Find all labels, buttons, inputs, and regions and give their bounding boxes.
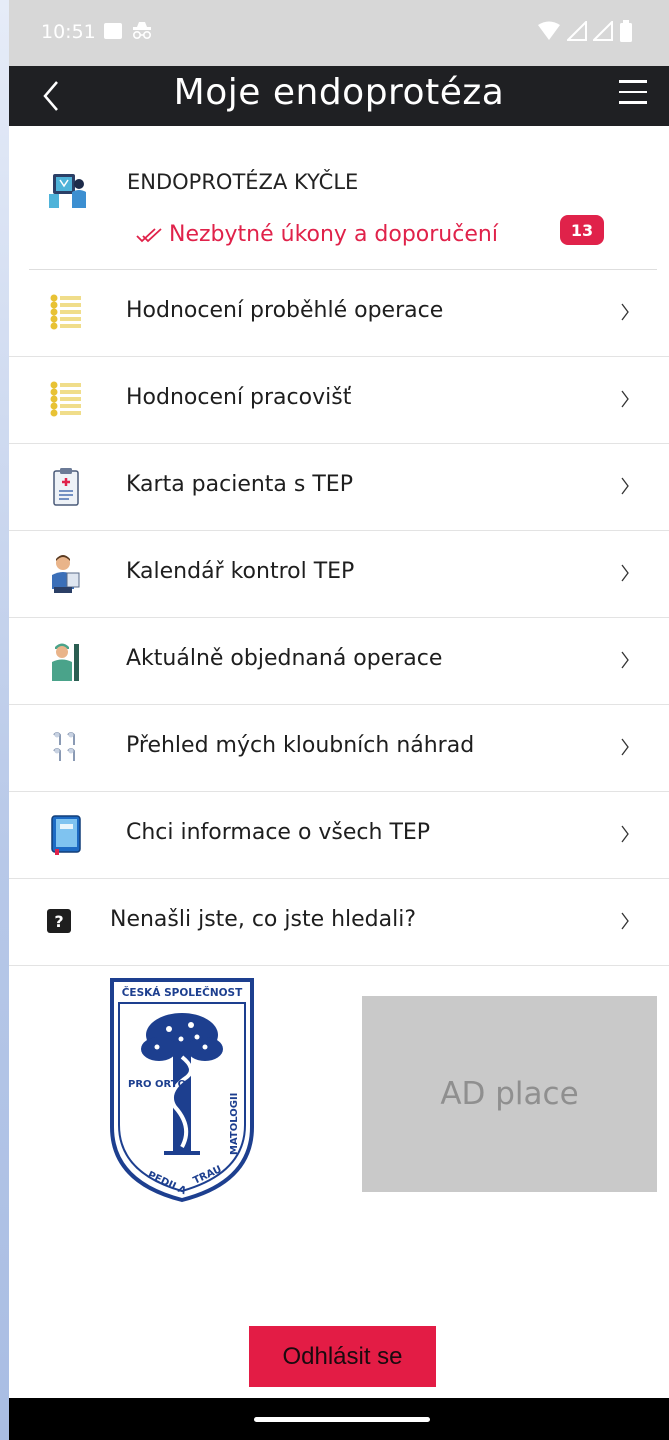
system-nav-bar [9,1398,669,1440]
wifi-icon [538,21,560,40]
chevron-right-icon [621,477,629,495]
status-bar: 10:51 [9,0,669,66]
menu-item-label: Hodnocení proběhlé operace [126,298,444,323]
must-do-label: Nezbytné úkony a doporučení [169,222,498,247]
chevron-right-icon [621,825,629,843]
svg-text:PRO ORTO: PRO ORTO [128,1079,186,1090]
section-title: ENDOPROTÉZA KYČLE [127,170,359,194]
chevron-right-icon [621,651,629,669]
logout-button[interactable]: Odhlásit se [249,1326,436,1387]
svg-text:?: ? [54,912,63,931]
surgeon-icon [52,643,79,681]
clipboard-icon [53,468,79,506]
menu-item-label: Kalendář kontrol TEP [126,559,355,584]
book-icon [51,815,81,855]
page-title: Moje endoprotéza [173,72,505,113]
chevron-right-icon [621,912,629,930]
menu-item-label: Chci informace o všech TEP [126,820,431,845]
chevron-right-icon [621,390,629,408]
app-header: Moje endoprotéza [9,66,669,126]
menu-item-patient-card[interactable]: Karta pacienta s TEP [9,444,669,531]
menu-item-tep-info[interactable]: Chci informace o všech TEP [9,792,669,879]
joints-icon [53,732,75,761]
menu-item-label: Karta pacienta s TEP [126,472,353,497]
chevron-right-icon [621,303,629,321]
menu-item-checkup-calendar[interactable]: Kalendář kontrol TEP [9,531,669,618]
chevron-right-icon [621,738,629,756]
menu-item-workplace-rating[interactable]: Hodnocení pracovišť [9,357,669,444]
doctor-xray-icon [49,174,86,208]
menu-item-operation-rating[interactable]: Hodnocení proběhlé operace [9,270,669,357]
ad-placeholder[interactable]: AD place [362,996,657,1192]
menu-item-label: Nenašli jste, co jste hledali? [110,907,417,932]
list-icon [50,294,81,330]
home-indicator[interactable] [254,1417,430,1422]
question-icon: ? [47,909,71,933]
double-check-icon [136,227,162,242]
list-icon [50,381,81,417]
hamburger-menu-icon[interactable] [619,80,647,110]
svg-text:MATOLOGII: MATOLOGII [229,1093,240,1155]
menu-item-label: Přehled mých kloubních náhrad [126,733,475,758]
notification-icon [104,23,122,39]
notification-badge: 13 [560,215,604,245]
must-do-link[interactable]: Nezbytné úkony a doporučení [135,222,498,247]
window-edge [0,0,9,1440]
incognito-icon [132,22,152,40]
status-time: 10:51 [41,21,96,43]
svg-text:ČESKÁ SPOLEČNOST: ČESKÁ SPOLEČNOST [122,986,243,999]
app-screen: 10:51 Moje endoprotéza ENDOPROTÉZA KYČLE… [9,0,669,1440]
status-icons [537,19,633,43]
doctor-icon [52,555,80,593]
section-header: ENDOPROTÉZA KYČLE Nezbytné úkony a dopor… [9,126,669,270]
signal-icon [567,21,587,41]
society-logo: ČESKÁ SPOLEČNOST PRO ORTO PEDII A TRAU M… [110,978,254,1203]
menu-item-label: Hodnocení pracovišť [126,385,352,410]
battery-icon [620,20,632,42]
signal-icon [593,21,613,41]
menu-item-not-found[interactable]: ? Nenašli jste, co jste hledali? [9,879,669,966]
menu-item-joint-replacements[interactable]: Přehled mých kloubních náhrad [9,705,669,792]
menu-item-scheduled-operation[interactable]: Aktuálně objednaná operace [9,618,669,705]
menu-item-label: Aktuálně objednaná operace [126,646,443,671]
chevron-right-icon [621,564,629,582]
